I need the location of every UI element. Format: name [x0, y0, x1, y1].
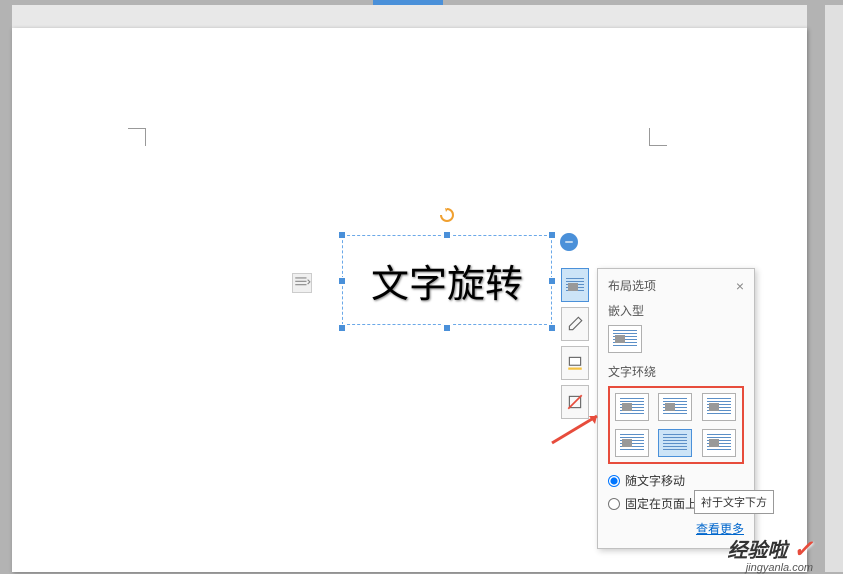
ruler: [12, 5, 807, 28]
panel-title: 布局选项: [608, 277, 656, 294]
watermark-check-icon: ✓: [793, 536, 813, 563]
radio-fixed-label: 固定在页面上: [625, 495, 697, 512]
wrap-grid-highlight: [608, 386, 744, 464]
radio-fixed-input[interactable]: [608, 498, 620, 510]
margin-corner-top-right: [649, 128, 667, 146]
layout-tool-button[interactable]: [561, 268, 589, 302]
radio-move-with-text[interactable]: 随文字移动: [608, 472, 744, 489]
edit-tool-button[interactable]: [561, 307, 589, 341]
textbox-text: 文字旋转: [371, 253, 523, 308]
wrap-option-tooltip: 衬于文字下方: [694, 490, 774, 514]
wrap-square-option[interactable]: [615, 393, 649, 421]
wrap-tight-option[interactable]: [658, 393, 692, 421]
rotate-handle[interactable]: [439, 207, 455, 223]
inline-section-label: 嵌入型: [608, 302, 744, 319]
margin-corner-top-left: [128, 128, 146, 146]
fill-tool-button[interactable]: [561, 346, 589, 380]
resize-handle-tm[interactable]: [443, 231, 451, 239]
paragraph-options-button[interactable]: [292, 273, 312, 293]
wrap-through-option[interactable]: [702, 393, 736, 421]
document-canvas[interactable]: 文字旋转 布局选项 × 嵌入型: [12, 28, 807, 572]
watermark-logo: 经验啦 ✓: [727, 534, 813, 564]
resize-handle-tl[interactable]: [338, 231, 346, 239]
wrap-section-label: 文字环绕: [608, 363, 744, 380]
textbox[interactable]: 文字旋转: [342, 235, 552, 325]
resize-handle-bm[interactable]: [443, 324, 451, 332]
crop-tool-button[interactable]: [561, 385, 589, 419]
watermark-text: 经验啦: [727, 540, 787, 562]
resize-handle-ml[interactable]: [338, 277, 346, 285]
radio-move-input[interactable]: [608, 475, 620, 487]
vertical-scrollbar[interactable]: [825, 5, 843, 572]
watermark-url: jingyanla.com: [746, 562, 813, 574]
layout-options-trigger[interactable]: [560, 233, 578, 251]
resize-handle-bl[interactable]: [338, 324, 346, 332]
wrap-top-bottom-option[interactable]: [615, 429, 649, 457]
resize-handle-tr[interactable]: [548, 231, 556, 239]
panel-close-button[interactable]: ×: [736, 278, 744, 294]
radio-move-label: 随文字移动: [625, 472, 685, 489]
resize-handle-mr[interactable]: [548, 277, 556, 285]
inline-wrap-option[interactable]: [608, 325, 642, 353]
textbox-selection[interactable]: 文字旋转: [342, 213, 552, 328]
resize-handle-br[interactable]: [548, 324, 556, 332]
floating-toolbar: [561, 268, 589, 419]
wrap-front-text-option[interactable]: [702, 429, 736, 457]
wrap-behind-text-option[interactable]: [658, 429, 692, 457]
